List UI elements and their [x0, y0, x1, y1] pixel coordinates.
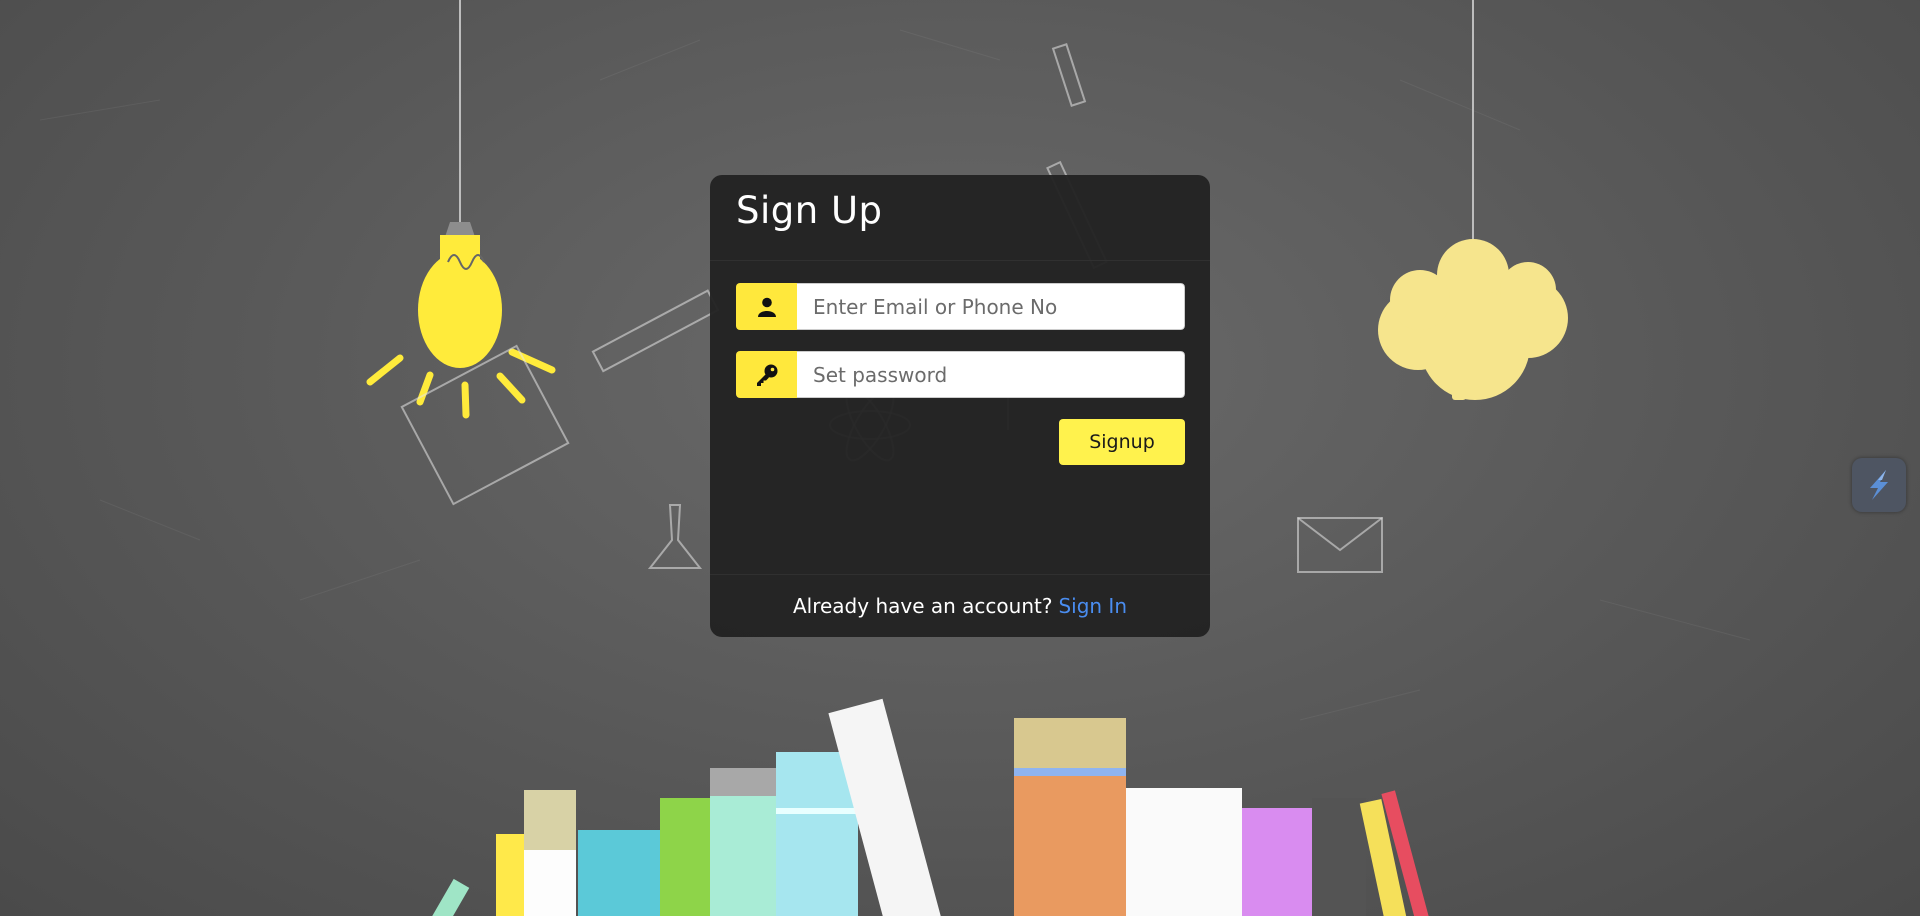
extension-widget-icon [1870, 470, 1888, 500]
books-illustration [428, 698, 1429, 916]
card-header: Sign Up [710, 175, 1210, 261]
card-footer: Already have an account? Sign In [710, 574, 1210, 637]
sign-in-link[interactable]: Sign In [1058, 594, 1127, 618]
cloud-illustration [1378, 0, 1568, 400]
password-field-group [736, 351, 1185, 398]
signup-button[interactable]: Signup [1059, 419, 1185, 465]
email-input[interactable] [797, 283, 1185, 330]
extension-widget-button[interactable] [1852, 458, 1906, 512]
user-icon [736, 283, 797, 330]
footer-text: Already have an account? [792, 594, 1053, 618]
page-title: Sign Up [736, 189, 883, 232]
signup-card: Sign Up Signup Already have an account? … [710, 175, 1210, 637]
key-icon [736, 351, 797, 398]
lightbulb-illustration [366, 0, 556, 419]
password-input[interactable] [797, 351, 1185, 398]
email-field-group [736, 283, 1185, 330]
